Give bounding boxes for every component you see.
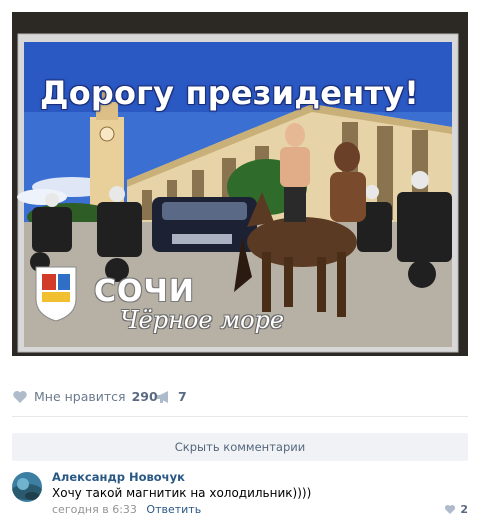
magnet-subtitle: Чёрное море bbox=[120, 306, 285, 334]
post-photo[interactable]: Дорогу президенту! СОЧИ Чёрное море bbox=[12, 12, 468, 356]
comment-meta: сегодня в 6:33 Ответить bbox=[52, 503, 201, 516]
comment-like-button[interactable]: 2 bbox=[444, 503, 468, 516]
reply-button[interactable]: Ответить bbox=[146, 503, 201, 516]
magnet-city: СОЧИ bbox=[94, 274, 195, 309]
comment-item: Александр Новочук Хочу такой магнитик на… bbox=[12, 468, 468, 520]
comment-like-count: 2 bbox=[460, 503, 468, 516]
share-count: 7 bbox=[178, 389, 187, 404]
megaphone-icon bbox=[157, 390, 168, 403]
post-actions-bar: Мне нравится 290 7 bbox=[12, 378, 468, 417]
comment-author[interactable]: Александр Новочук bbox=[52, 470, 185, 484]
magnet-picture bbox=[12, 12, 468, 356]
magnet-title: Дорогу президенту! bbox=[40, 74, 420, 112]
like-count: 290 bbox=[131, 389, 158, 404]
avatar[interactable] bbox=[12, 472, 42, 502]
heart-icon bbox=[13, 390, 27, 403]
avatar-image bbox=[12, 472, 42, 502]
comment-text: Хочу такой магнитик на холодильник)))) bbox=[52, 486, 312, 500]
like-button[interactable]: Мне нравится 290 bbox=[12, 389, 158, 404]
heart-icon bbox=[445, 505, 456, 514]
coat-of-arms-icon bbox=[35, 266, 77, 322]
hide-comments-button[interactable]: Скрыть комментарии bbox=[12, 433, 468, 461]
share-button[interactable]: 7 bbox=[156, 389, 187, 404]
like-label: Мне нравится bbox=[34, 389, 126, 404]
comment-time[interactable]: сегодня в 6:33 bbox=[52, 503, 137, 516]
